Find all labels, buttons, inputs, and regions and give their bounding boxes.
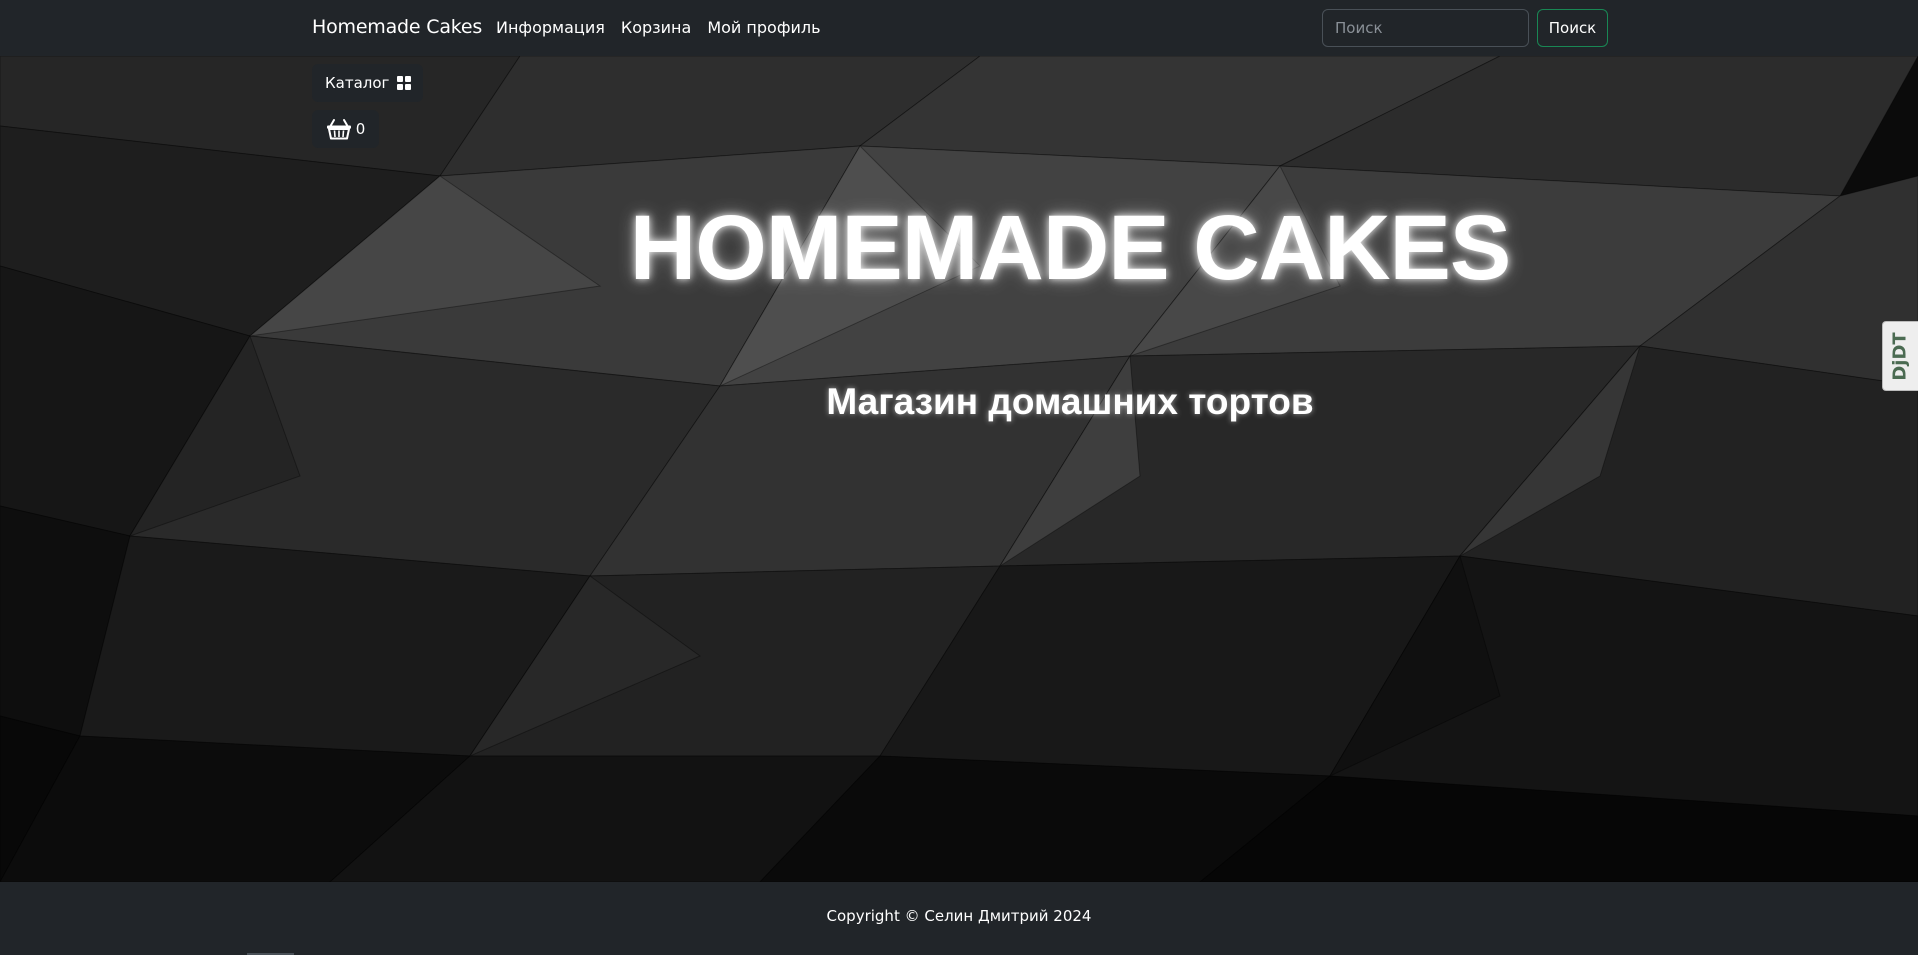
catalog-button-label: Каталог <box>325 74 390 92</box>
grid-icon <box>397 76 412 90</box>
hero-subtitle: Магазин домашних тортов <box>826 381 1314 422</box>
basket-icon <box>326 119 351 140</box>
search-input[interactable] <box>1322 9 1529 47</box>
cart-count: 0 <box>355 120 366 138</box>
nav-link-cart[interactable]: Корзина <box>621 18 691 37</box>
nav-links: Информация Корзина Мой профиль <box>496 18 821 37</box>
copyright-text: Copyright © Селин Дмитрий 2024 <box>826 907 1092 925</box>
nav-link-profile[interactable]: Мой профиль <box>707 18 820 37</box>
hero-section: Каталог 0 HOMEMADE CAKES Магазин домашни… <box>0 56 1918 882</box>
catalog-button[interactable]: Каталог <box>312 64 424 102</box>
debug-toolbar-handle[interactable]: DjDT <box>1882 321 1918 391</box>
brand-link[interactable]: Homemade Cakes <box>312 16 482 38</box>
hero-background <box>0 56 1918 882</box>
cart-button[interactable]: 0 <box>312 110 379 148</box>
search-button[interactable]: Поиск <box>1537 9 1608 47</box>
footer: Copyright © Селин Дмитрий 2024 <box>0 882 1918 955</box>
nav-link-info[interactable]: Информация <box>496 18 605 37</box>
debug-toolbar-label: DjDT <box>1890 331 1911 381</box>
hero-title: HOMEMADE CAKES <box>629 197 1511 299</box>
navbar: Homemade Cakes Информация Корзина Мой пр… <box>0 0 1918 56</box>
